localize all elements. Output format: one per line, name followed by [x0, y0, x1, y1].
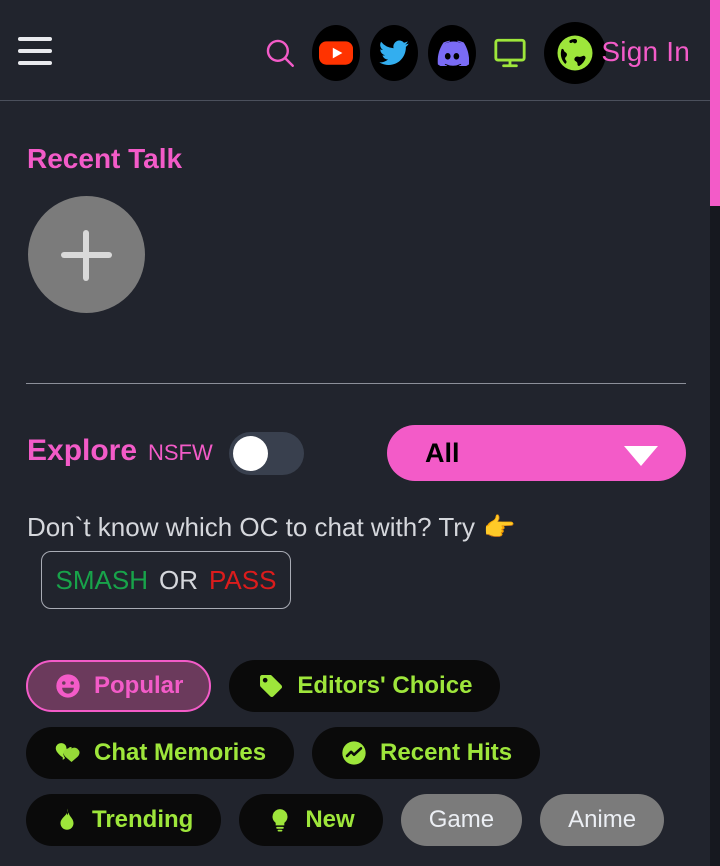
search-icon[interactable]	[258, 25, 302, 81]
category-pill-row: Popular Editors' Choice	[26, 660, 696, 712]
nsfw-toggle-knob	[233, 436, 268, 471]
discord-icon[interactable]	[428, 25, 476, 81]
category-pill-popular[interactable]: Popular	[26, 660, 212, 712]
add-recent-talk-button[interactable]	[28, 196, 145, 313]
category-pill-game[interactable]: Game	[400, 794, 523, 846]
recent-talk-heading: Recent Talk	[27, 143, 183, 174]
chevron-down-icon	[624, 446, 658, 466]
category-pill-label: Popular	[94, 672, 184, 699]
smiley-icon	[54, 672, 82, 700]
nsfw-label: NSFW	[148, 440, 213, 465]
nsfw-toggle[interactable]	[229, 432, 304, 475]
tag-icon	[257, 672, 285, 700]
chart-circle-icon	[340, 739, 368, 767]
category-pill-new[interactable]: New	[239, 794, 383, 846]
explore-heading: Explore	[27, 434, 138, 467]
category-pill-label: Chat Memories	[94, 739, 267, 766]
youtube-icon[interactable]	[312, 25, 360, 81]
monitor-icon[interactable]	[486, 25, 534, 81]
twitter-icon[interactable]	[370, 25, 418, 81]
hamburger-line	[18, 37, 52, 41]
globe-icon[interactable]	[544, 22, 606, 84]
page-scrollbar-track[interactable]	[710, 0, 720, 866]
header-icon-row	[258, 22, 606, 84]
category-pill-recent-hits[interactable]: Recent Hits	[312, 727, 541, 779]
category-pill-label: Trending	[92, 806, 194, 833]
category-pill-row: Trending New Game Anime	[26, 794, 696, 846]
lightbulb-icon	[267, 806, 293, 834]
category-pill-row: Chat Memories Recent Hits	[26, 727, 696, 779]
or-label: OR	[159, 564, 199, 595]
heart-chat-icon	[54, 739, 82, 767]
top-header: Sign In	[0, 0, 720, 101]
category-pill-trending[interactable]: Trending	[26, 794, 222, 846]
category-pill-editors-choice[interactable]: Editors' Choice	[229, 660, 501, 712]
category-pill-list: Popular Editors' Choice Chat Memories Re…	[26, 660, 696, 861]
hamburger-line	[18, 49, 52, 53]
sign-in-button[interactable]: Sign In	[601, 36, 690, 68]
category-pill-label: Game	[428, 806, 495, 833]
category-filter-dropdown[interactable]: All	[387, 425, 686, 481]
category-pill-chat-memories[interactable]: Chat Memories	[26, 727, 295, 779]
smash-or-pass-button[interactable]: SMASH OR PASS	[41, 551, 291, 609]
oc-suggestion-label: Don`t know which OC to chat with? Try	[27, 512, 475, 542]
section-divider	[26, 383, 686, 384]
smash-label: SMASH	[55, 564, 149, 595]
category-pill-anime[interactable]: Anime	[540, 794, 665, 846]
category-pill-label: Anime	[568, 806, 637, 833]
flame-icon	[54, 806, 80, 834]
category-filter-value: All	[425, 438, 460, 468]
oc-suggestion-text: Don`t know which OC to chat with? Try 👉	[27, 512, 515, 543]
hamburger-line	[18, 61, 52, 65]
app-root: Sign In Recent Talk Explore NSFW All Don…	[0, 0, 720, 866]
hamburger-menu-icon[interactable]	[18, 37, 52, 65]
page-scrollbar-thumb[interactable]	[710, 0, 720, 206]
category-pill-label: New	[305, 806, 355, 833]
category-pill-label: Recent Hits	[380, 739, 513, 766]
category-pill-label: Editors' Choice	[297, 672, 473, 699]
pass-label: PASS	[209, 564, 277, 595]
pointing-hand-icon: 👉	[482, 512, 516, 542]
